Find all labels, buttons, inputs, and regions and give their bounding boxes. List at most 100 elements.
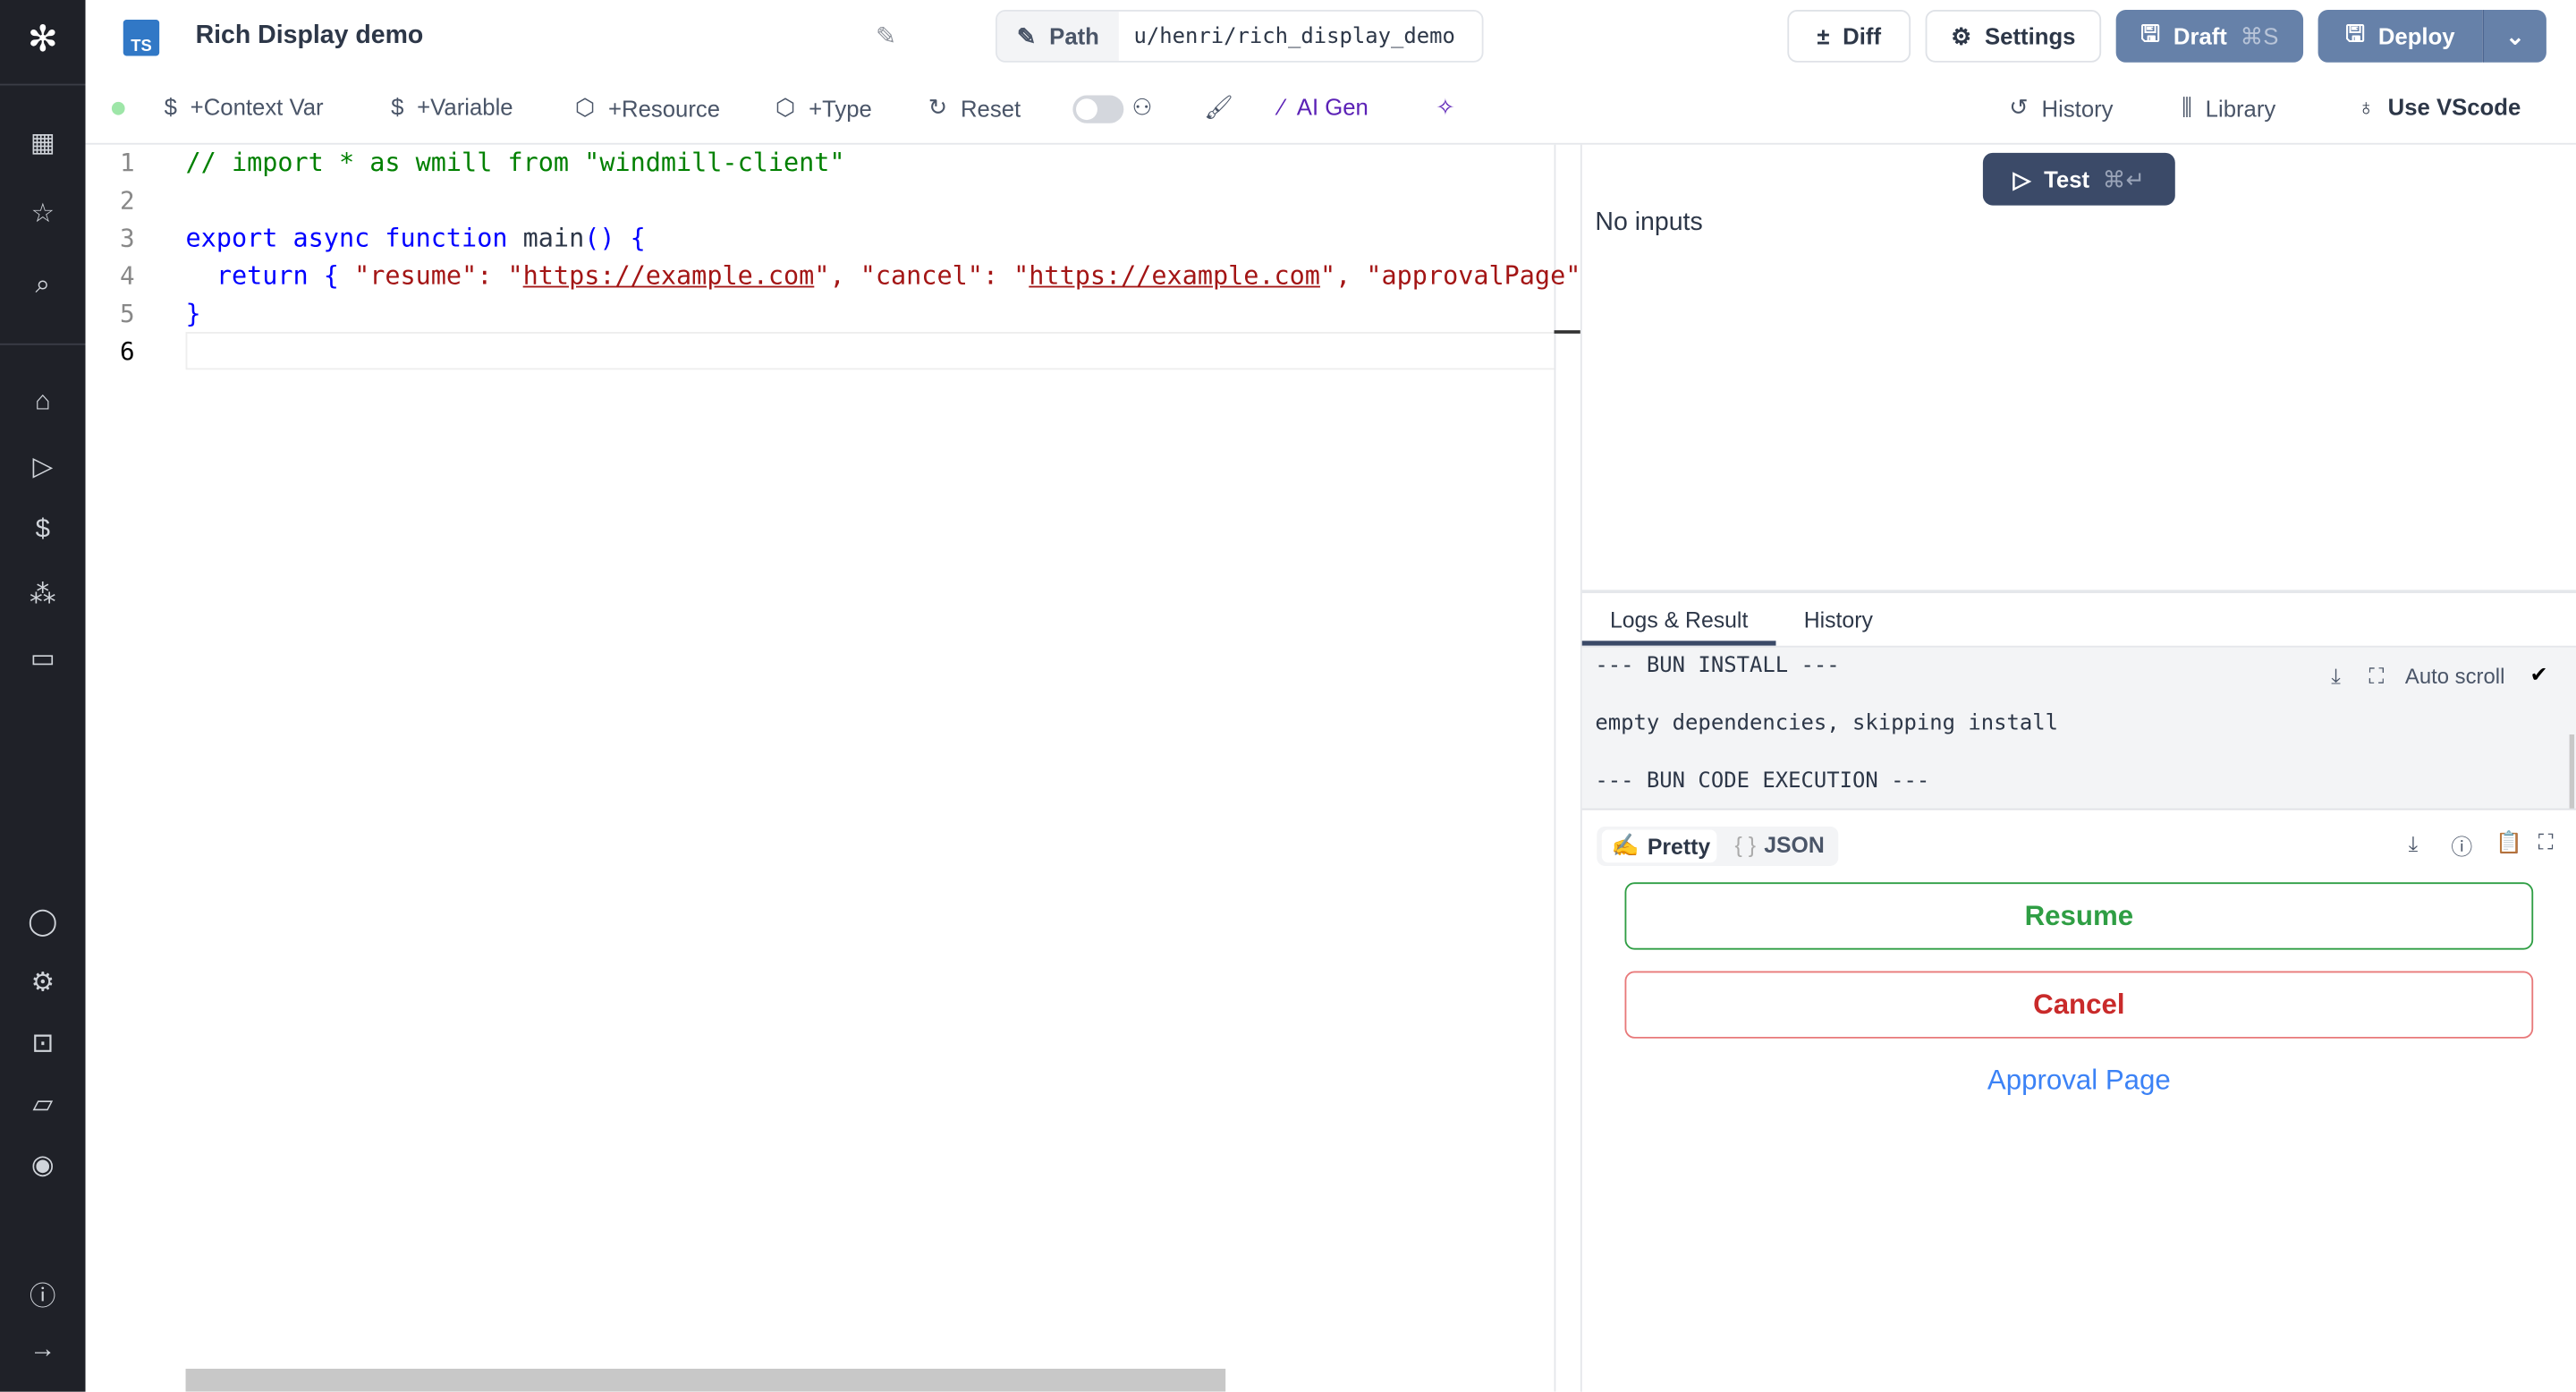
tab-history[interactable]: History xyxy=(1804,608,1873,633)
star-icon[interactable]: ☆ xyxy=(26,197,59,230)
label: Reset xyxy=(960,94,1021,121)
line-number: 3 xyxy=(120,223,135,253)
folder-icon[interactable]: ▱ xyxy=(26,1088,59,1121)
cancel-button[interactable]: Cancel xyxy=(1624,971,2534,1039)
expand-icon[interactable]: ⛶ xyxy=(2369,664,2385,690)
label: AI Gen xyxy=(1296,93,1368,121)
line-number: 6 xyxy=(120,336,135,367)
braces-icon: { } xyxy=(1734,833,1757,858)
path-label: ✎ Path xyxy=(996,11,1119,61)
label: +Context Var xyxy=(190,93,324,121)
gear-icon: ⚙ xyxy=(1951,21,1972,49)
deploy-button[interactable]: 🖫 Deploy xyxy=(2318,10,2483,63)
identifier: main xyxy=(522,223,585,253)
sparkles-icon[interactable]: ✧ xyxy=(1436,94,1455,122)
pencil-icon: ✎ xyxy=(1016,21,1037,49)
add-type-button[interactable]: ⬡ +Type xyxy=(775,94,872,122)
diff-button[interactable]: ± Diff xyxy=(1787,10,1911,63)
tab-json[interactable]: { } JSON xyxy=(1735,833,1825,858)
test-label: Test xyxy=(2044,166,2090,192)
overview-cursor xyxy=(1554,330,1580,334)
calendar-icon[interactable]: ▭ xyxy=(26,642,59,675)
label: Use VScode xyxy=(2387,93,2521,121)
code-editor[interactable] xyxy=(86,144,1580,1392)
line-number: 1 xyxy=(120,148,135,178)
code-line: // import * as wmill from "windmill-clie… xyxy=(185,148,845,178)
punct: () { xyxy=(584,223,646,253)
play-icon: ▷ xyxy=(2012,165,2031,191)
keyword: return { xyxy=(185,261,355,292)
path-label-text: Path xyxy=(1049,22,1099,50)
eye-icon[interactable]: ◉ xyxy=(26,1149,59,1182)
edit-pencil-icon[interactable]: ✎ xyxy=(876,21,896,51)
search-icon[interactable]: ⌕ xyxy=(26,269,59,302)
string: "approvalPage" xyxy=(1366,261,1580,292)
draft-button[interactable]: 🖫 Draft ⌘S xyxy=(2115,10,2304,63)
string: ", xyxy=(814,261,860,292)
library-icon: ⫼ xyxy=(2182,93,2192,121)
add-context-var-button[interactable]: $ +Context Var xyxy=(165,94,324,120)
bot-icon[interactable]: ⊡ xyxy=(26,1027,59,1060)
settings-label: Settings xyxy=(1985,22,2076,50)
resume-button[interactable]: Resume xyxy=(1624,882,2534,950)
use-vscode-button[interactable]: ♁ Use VScode xyxy=(2358,94,2521,120)
dollar-icon: $ xyxy=(164,93,177,121)
approval-page-link[interactable]: Approval Page xyxy=(1624,1065,2533,1098)
gear-icon[interactable]: ⚙ xyxy=(26,966,59,999)
home-icon[interactable]: ⌂ xyxy=(26,386,59,420)
string: "resume" xyxy=(354,261,478,292)
no-inputs-text: No inputs xyxy=(1595,208,1703,237)
cube-icon: ⬡ xyxy=(574,93,596,121)
toggle-knob xyxy=(1076,98,1097,121)
add-variable-button[interactable]: $ +Variable xyxy=(391,94,513,120)
pen-icon: ✍ xyxy=(1611,833,1640,858)
collab-toggle[interactable] xyxy=(1072,95,1124,123)
boxes-icon[interactable]: ⁂ xyxy=(26,579,59,612)
log-line: empty dependencies, skipping install xyxy=(1595,711,2058,736)
cube-icon: ⬡ xyxy=(775,93,796,121)
play-icon[interactable]: ▷ xyxy=(26,450,59,483)
clipboard-icon[interactable]: 📋 xyxy=(2496,830,2522,856)
splitter[interactable] xyxy=(1581,590,2576,594)
test-button[interactable]: ▷ Test ⌘↵ xyxy=(1982,152,2175,206)
history-button[interactable]: ↺ History xyxy=(2009,94,2113,122)
fullscreen-icon[interactable]: ⛶ xyxy=(2538,830,2554,856)
url-link[interactable]: https://example.com xyxy=(1029,261,1320,291)
info-icon[interactable]: ⓘ xyxy=(2451,830,2472,862)
tab-pretty[interactable]: ✍ Pretty xyxy=(1601,829,1717,863)
user-icon[interactable]: ◯ xyxy=(26,905,59,938)
draft-shortcut: ⌘S xyxy=(2240,21,2279,49)
rotate-icon: ↻ xyxy=(928,93,948,121)
github-icon: ♁ xyxy=(2357,93,2375,121)
ai-gen-button[interactable]: ⁄ AI Gen xyxy=(1280,94,1368,120)
script-title[interactable]: Rich Display demo xyxy=(196,21,424,51)
download-icon[interactable]: ⤓ xyxy=(2331,664,2341,690)
deploy-dropdown-button[interactable]: ⌄ xyxy=(2482,10,2546,63)
url-link[interactable]: https://example.com xyxy=(523,261,815,291)
download-icon[interactable]: ⤓ xyxy=(2409,831,2419,857)
diff-label: Diff xyxy=(1843,22,1882,50)
help-icon[interactable]: ⓘ xyxy=(26,1277,59,1311)
add-resource-button[interactable]: ⬡ +Resource xyxy=(575,94,720,122)
tab-logs-result[interactable]: Logs & Result xyxy=(1610,608,1748,633)
string: : " xyxy=(982,261,1030,292)
reset-button[interactable]: ↻ Reset xyxy=(928,94,1021,122)
save-icon: 🖫 xyxy=(2140,20,2161,47)
library-button[interactable]: ⫼ Library xyxy=(2182,94,2275,122)
logs-scrollbar[interactable] xyxy=(2569,734,2575,809)
dollar-icon[interactable]: $ xyxy=(26,514,59,547)
brush-icon[interactable]: 🖌 xyxy=(1204,94,1233,122)
current-line-highlight xyxy=(185,332,1556,370)
label: +Resource xyxy=(608,94,721,121)
arrow-right-icon[interactable]: → xyxy=(26,1334,59,1367)
auto-scroll-checkbox[interactable]: ✔ xyxy=(2530,662,2548,688)
divider xyxy=(0,83,86,86)
windmill-logo-icon[interactable]: ✻ xyxy=(26,18,59,59)
path-value[interactable]: u/henri/rich_display_demo xyxy=(1119,12,1470,61)
path-field[interactable]: ✎ Path u/henri/rich_display_demo xyxy=(996,10,1484,63)
horizontal-scrollbar[interactable] xyxy=(185,1368,1226,1392)
test-shortcut: ⌘↵ xyxy=(2102,165,2146,191)
log-line: --- BUN CODE EXECUTION --- xyxy=(1595,768,1930,794)
settings-button[interactable]: ⚙ Settings xyxy=(1925,10,2102,63)
building-icon[interactable]: ▦ xyxy=(26,126,59,159)
